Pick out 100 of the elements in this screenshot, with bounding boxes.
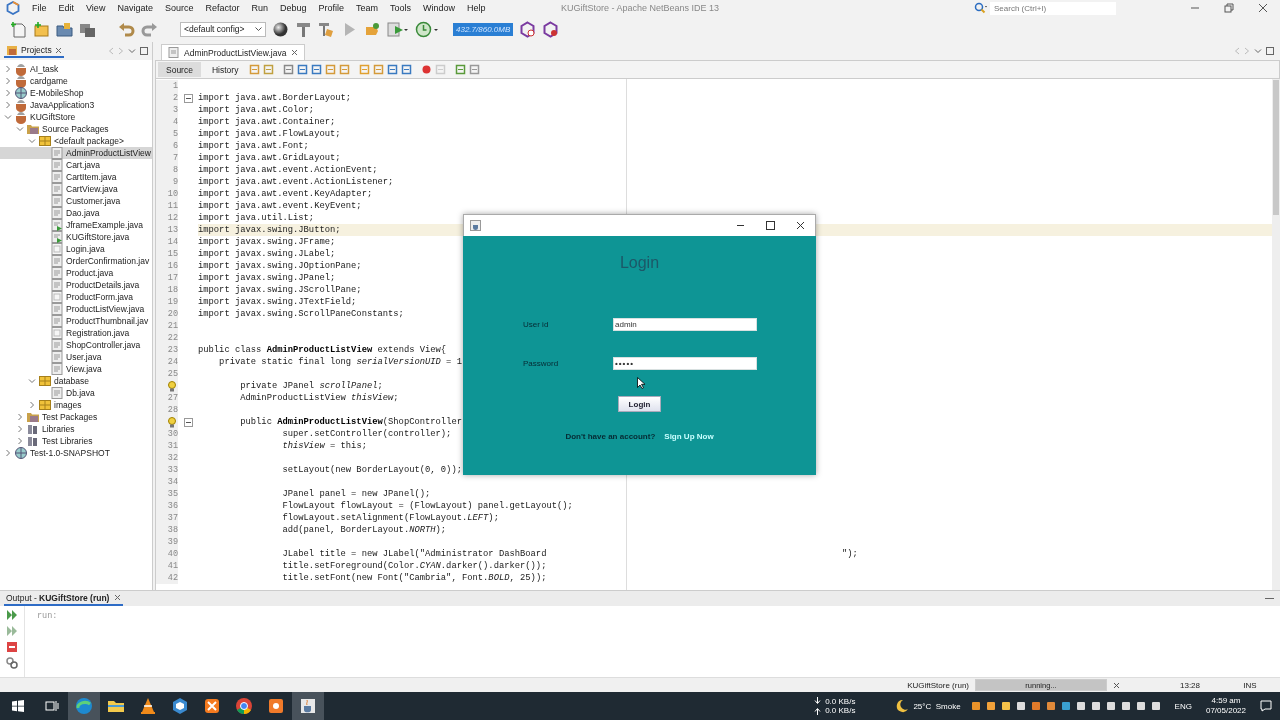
profiler-icon[interactable] — [519, 20, 537, 38]
record-macro-icon[interactable] — [421, 64, 433, 75]
menu-item[interactable]: Refactor — [199, 0, 246, 16]
close-icon[interactable] — [1258, 3, 1268, 13]
view-tab[interactable]: History — [203, 62, 247, 77]
tree-item[interactable]: Product.java — [0, 267, 152, 279]
language-indicator[interactable]: ENG — [1174, 701, 1192, 711]
new-file-icon[interactable] — [10, 20, 27, 38]
browser-icon[interactable] — [74, 696, 94, 716]
tray-icon[interactable] — [1105, 701, 1116, 711]
tray-icon[interactable] — [1060, 701, 1071, 711]
tray-icon[interactable] — [970, 701, 981, 711]
tray-icon[interactable] — [1030, 701, 1041, 711]
tree-item[interactable]: AI_task — [0, 63, 152, 75]
java-cup-icon[interactable] — [298, 696, 318, 716]
scrollbar[interactable] — [1272, 79, 1280, 590]
output-tab[interactable]: Output - KUGiftStore (run) — [4, 591, 124, 606]
tree-item[interactable]: Dao.java — [0, 207, 152, 219]
moon-icon[interactable] — [895, 699, 910, 713]
menu-item[interactable]: Run — [245, 0, 274, 16]
tray-icon[interactable] — [1090, 701, 1101, 711]
redo-icon[interactable] — [141, 20, 158, 38]
tray-icon[interactable] — [1075, 701, 1086, 711]
tray-icon[interactable] — [1015, 701, 1026, 711]
menu-item[interactable]: Debug — [274, 0, 313, 16]
view-tab[interactable]: Source — [158, 62, 201, 77]
tree-item[interactable]: View.java — [0, 363, 152, 375]
tree-item[interactable]: ProductThumbnail.jav — [0, 315, 152, 327]
menu-item[interactable]: Edit — [52, 0, 81, 16]
fold-icon[interactable] — [183, 417, 193, 427]
tree-item[interactable]: ProductForm.java — [0, 291, 152, 303]
tree-item[interactable]: E-MobileShop — [0, 87, 152, 99]
clock[interactable]: 4:59 am 07/05/2022 — [1205, 696, 1246, 716]
tray-icon[interactable] — [1120, 701, 1131, 711]
weather-text[interactable]: 25°C Smoke — [913, 701, 961, 711]
config-dropdown[interactable]: <default config> — [180, 21, 266, 37]
menu-item[interactable]: Source — [158, 0, 200, 16]
cube-icon[interactable] — [170, 696, 190, 716]
hammer-icon[interactable] — [295, 20, 312, 38]
tree-item[interactable]: OrderConfirmation.jav — [0, 255, 152, 267]
settings-icon[interactable] — [6, 657, 18, 669]
menu-item[interactable]: Navigate — [111, 0, 159, 16]
tree-item[interactable]: Customer.java — [0, 195, 152, 207]
sphere-icon[interactable] — [272, 20, 289, 38]
tree-item[interactable]: KUGiftStore.java — [0, 231, 152, 243]
password-field[interactable]: ••••• — [613, 357, 757, 370]
xampp-icon[interactable] — [202, 696, 222, 716]
close-icon[interactable] — [795, 221, 805, 230]
timer-icon[interactable] — [415, 20, 439, 38]
fold-icon[interactable] — [183, 93, 193, 103]
cone-icon[interactable] — [138, 696, 158, 716]
undo-icon[interactable] — [118, 20, 135, 38]
tree-item[interactable]: AdminProductListView — [0, 147, 152, 159]
close-icon[interactable] — [1113, 681, 1120, 689]
menu-item[interactable]: File — [26, 0, 53, 16]
debug-icon[interactable] — [364, 20, 381, 38]
tree-item[interactable]: Libraries — [0, 423, 152, 435]
tray-icon[interactable] — [985, 701, 996, 711]
tree-item[interactable]: ShopController.java — [0, 339, 152, 351]
menu-item[interactable]: Tools — [384, 0, 418, 16]
tree-item[interactable]: CartView.java — [0, 183, 152, 195]
notifications-icon[interactable] — [1260, 700, 1272, 712]
close-icon[interactable] — [291, 49, 299, 56]
stop-icon[interactable] — [6, 641, 18, 653]
tree-item[interactable]: <default package> — [0, 135, 152, 147]
tree-item[interactable]: User.java — [0, 351, 152, 363]
menu-item[interactable]: View — [80, 0, 112, 16]
profiler-stop-icon[interactable] — [542, 20, 560, 38]
tree-item[interactable]: Test Libraries — [0, 435, 152, 447]
tree-item[interactable]: ProductListView.java — [0, 303, 152, 315]
tree-item[interactable]: KUGiftStore — [0, 111, 152, 123]
dropdown-icon[interactable] — [1254, 47, 1262, 55]
tree-item[interactable]: Login.java — [0, 243, 152, 255]
tray-icon[interactable] — [1000, 701, 1011, 711]
tray-icon[interactable] — [1045, 701, 1056, 711]
search-icon[interactable] — [974, 2, 988, 14]
rerun-icon[interactable] — [6, 609, 18, 621]
clean-build-icon[interactable] — [318, 20, 335, 38]
search-field[interactable]: Search (Ctrl+I) — [990, 1, 1116, 15]
tray-icon[interactable] — [1135, 701, 1146, 711]
rerun-with-options-icon[interactable] — [6, 625, 18, 637]
tree-item[interactable]: Db.java — [0, 387, 152, 399]
chrome-icon[interactable] — [234, 696, 254, 716]
dropdown-icon[interactable] — [128, 47, 136, 55]
menu-item[interactable]: Window — [417, 0, 462, 16]
tree-item[interactable]: Cart.java — [0, 159, 152, 171]
maximize-icon[interactable] — [765, 221, 775, 230]
user-id-field[interactable]: admin — [613, 318, 757, 331]
tree-item[interactable]: ProductDetails.java — [0, 279, 152, 291]
tree-item[interactable]: images — [0, 399, 152, 411]
new-project-icon[interactable] — [33, 20, 50, 38]
tree-item[interactable]: Test-1.0-SNAPSHOT — [0, 447, 152, 459]
tree-item[interactable]: JavaApplication3 — [0, 99, 152, 111]
tree-item[interactable]: cardgame — [0, 75, 152, 87]
tree-item[interactable]: CartItem.java — [0, 171, 152, 183]
tree-item[interactable]: Registration.java — [0, 327, 152, 339]
profile-run-icon[interactable] — [387, 20, 409, 38]
editor-tab[interactable]: AdminProductListView.java — [161, 44, 306, 60]
tree-item[interactable]: Source Packages — [0, 123, 152, 135]
restore-icon[interactable] — [1224, 3, 1234, 13]
